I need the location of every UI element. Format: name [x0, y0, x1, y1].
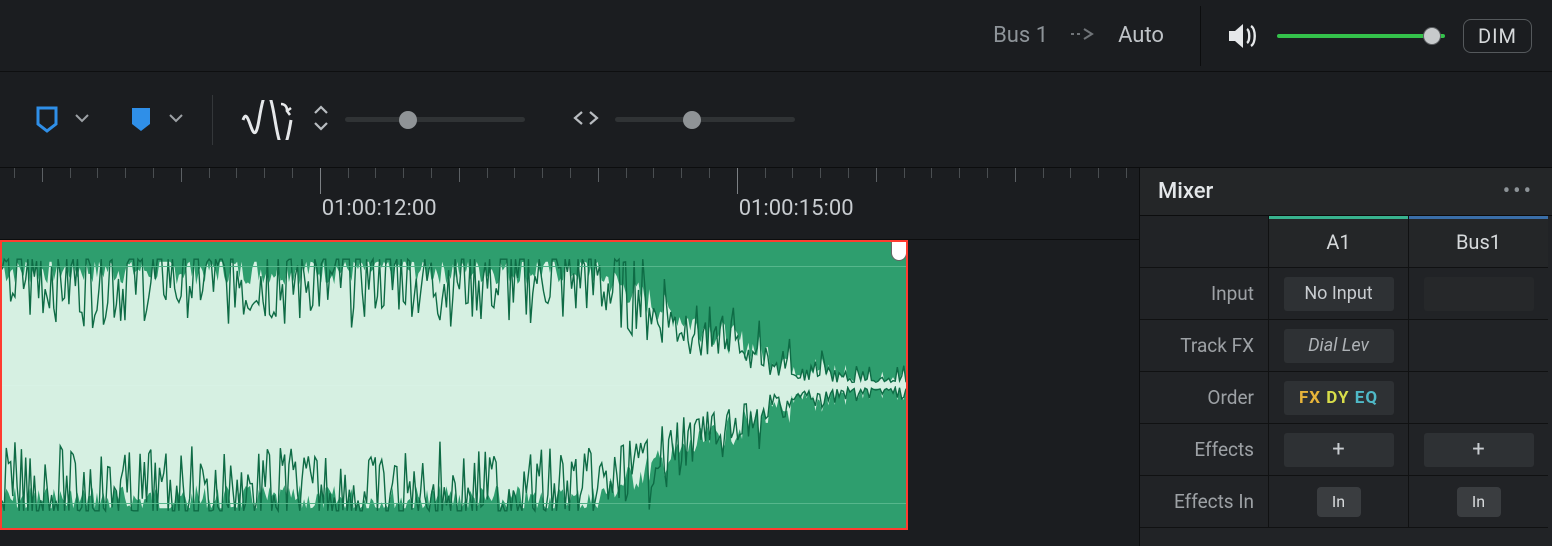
monitoring-bar: Bus 1 Auto DIM: [0, 0, 1552, 72]
row-label-trackfx: Track FX: [1140, 320, 1268, 372]
order-slot-a1[interactable]: FX DY EQ: [1284, 381, 1394, 415]
vertical-zoom-thumb[interactable]: [399, 111, 417, 129]
flag-outline-dropdown[interactable]: [74, 110, 90, 130]
trackfx-slot-bus1: [1408, 320, 1548, 372]
input-slot-a1[interactable]: No Input: [1284, 277, 1394, 311]
add-effect-a1[interactable]: +: [1284, 433, 1394, 467]
channel-name-bus1: Bus1: [1456, 230, 1501, 254]
monitor-bus-label[interactable]: Bus 1: [993, 23, 1048, 48]
time-ruler[interactable]: :0001:00:12:0001:00:15:00: [0, 168, 1139, 240]
flag-marker-outline-icon[interactable]: [34, 105, 60, 135]
flag-marker-solid-icon[interactable]: [128, 105, 154, 135]
channel-name-a1: A1: [1326, 230, 1350, 254]
route-arrow-icon: [1066, 25, 1100, 46]
row-label-input: Input: [1140, 268, 1268, 320]
mixer-grid: A1 Bus1 Input No Input Track FX Dial Lev…: [1140, 216, 1552, 528]
channel-header-a1[interactable]: A1: [1268, 216, 1408, 268]
timeline-toolbar: [0, 72, 1552, 168]
effects-in-a1[interactable]: In: [1317, 487, 1361, 517]
ruler-label: 01:00:12:00: [322, 196, 437, 221]
mixer-panel: Mixer ••• A1 Bus1 Input No Input Track F…: [1140, 168, 1552, 546]
divider: [1200, 6, 1201, 66]
flag-solid-dropdown[interactable]: [168, 110, 184, 130]
mixer-options-icon[interactable]: •••: [1503, 179, 1534, 204]
ruler-label: 01:00:15:00: [739, 196, 854, 221]
horizontal-zoom-icon[interactable]: [571, 108, 601, 132]
timeline-pane: :0001:00:12:0001:00:15:00: [0, 168, 1140, 546]
transient-detect-icon[interactable]: [241, 96, 297, 144]
order-slot-bus1: [1408, 372, 1548, 424]
row-label-effects: Effects: [1140, 424, 1268, 476]
dim-button[interactable]: DIM: [1463, 19, 1532, 53]
automation-mode-label[interactable]: Auto: [1118, 23, 1164, 48]
vertical-zoom-icon[interactable]: [311, 104, 331, 136]
clip-upper-bound-line: [2, 266, 906, 267]
clip-out-handle[interactable]: [891, 241, 907, 261]
horizontal-zoom-thumb[interactable]: [683, 111, 701, 129]
trackfx-slot-a1[interactable]: Dial Lev: [1284, 329, 1394, 363]
speaker-icon[interactable]: [1225, 19, 1259, 53]
row-label-effectsin: Effects In: [1140, 476, 1268, 528]
monitor-volume-slider[interactable]: [1277, 27, 1445, 45]
effects-in-bus1[interactable]: In: [1457, 487, 1501, 517]
vertical-zoom-slider[interactable]: [345, 111, 525, 129]
clip-center-line: [2, 385, 906, 386]
mixer-title: Mixer: [1158, 179, 1213, 204]
clip-lower-bound-line: [2, 503, 906, 504]
input-slot-bus1[interactable]: [1424, 277, 1534, 311]
audio-clip[interactable]: [0, 240, 908, 530]
toolbar-separator: [212, 95, 213, 145]
add-effect-bus1[interactable]: +: [1424, 433, 1534, 467]
track-area[interactable]: [0, 240, 1139, 546]
channel-header-bus1[interactable]: Bus1: [1408, 216, 1548, 268]
horizontal-zoom-slider[interactable]: [615, 111, 795, 129]
monitor-volume-thumb[interactable]: [1423, 27, 1441, 45]
row-label-order: Order: [1140, 372, 1268, 424]
